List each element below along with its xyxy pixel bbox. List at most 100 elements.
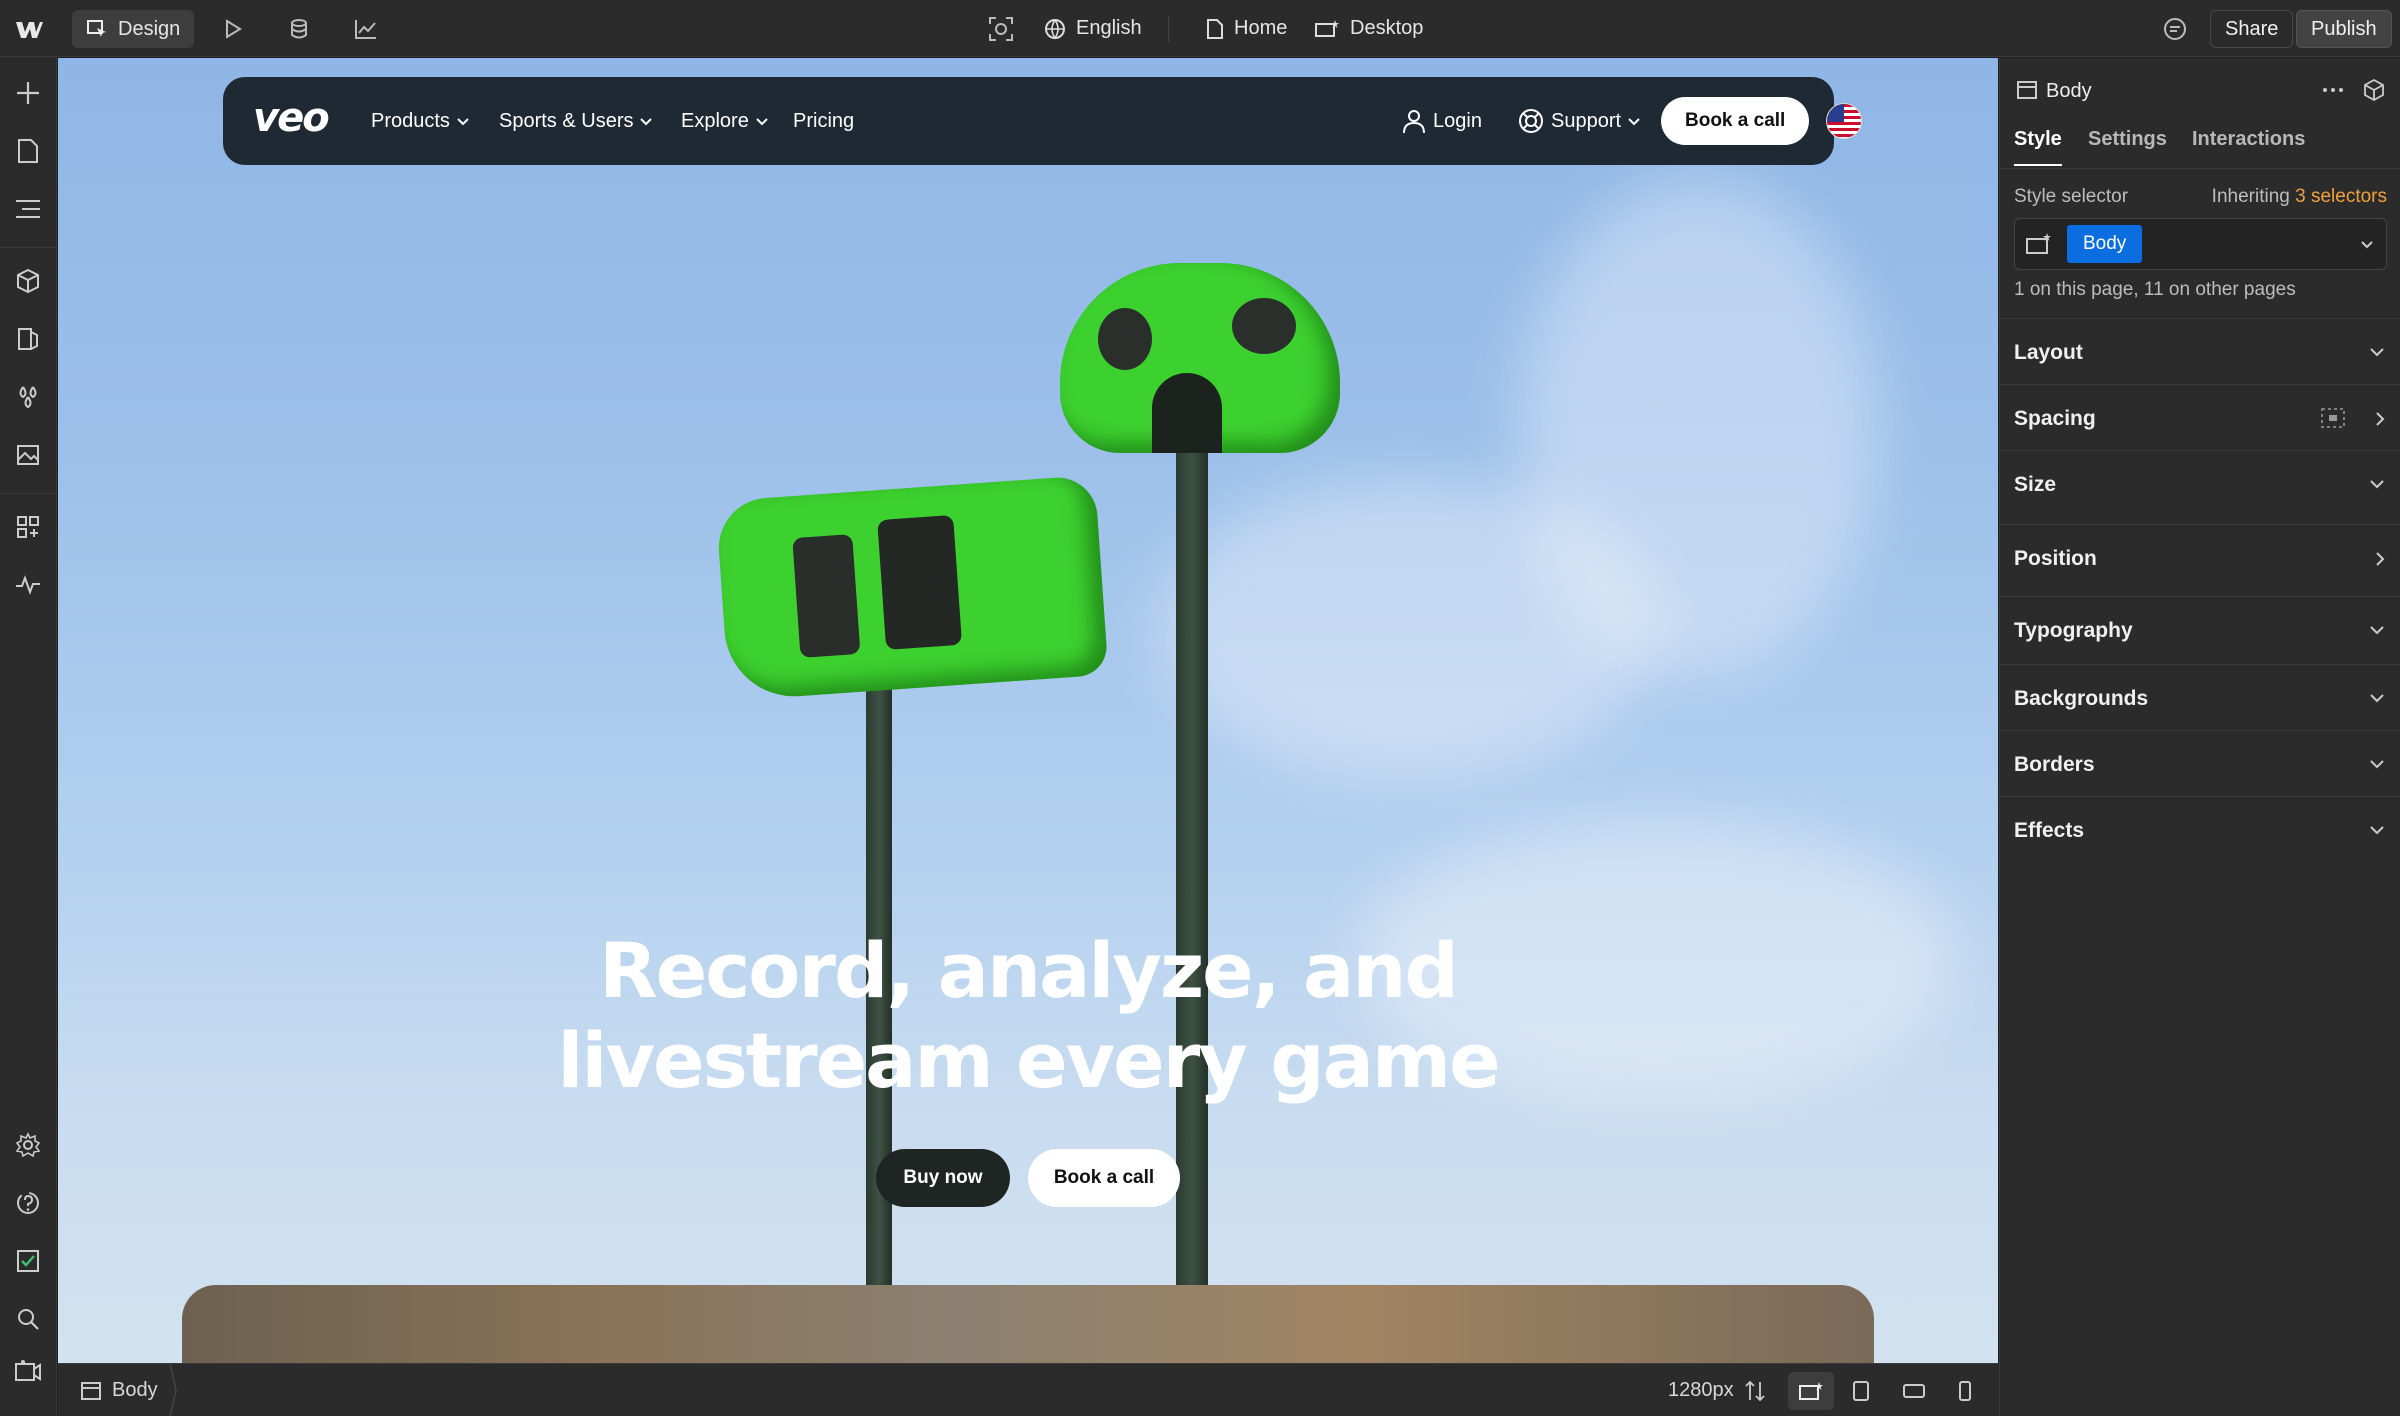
- chevron-down-icon: [2370, 348, 2384, 357]
- us-flag-icon[interactable]: [1826, 103, 1862, 139]
- mobile-landscape-icon: [1903, 1383, 1925, 1398]
- book-call-hero-button[interactable]: Book a call: [1028, 1149, 1180, 1207]
- veo-logo[interactable]: veo: [253, 95, 330, 141]
- settings-gear-icon[interactable]: [14, 1131, 42, 1159]
- section-title: Spacing: [2014, 407, 2096, 430]
- canvas-width-indicator[interactable]: 1280px: [1668, 1364, 1766, 1416]
- section-typography[interactable]: Typography: [2000, 596, 2400, 664]
- analytics-chart-icon[interactable]: [354, 0, 378, 57]
- tab-interactions[interactable]: Interactions: [2192, 128, 2305, 151]
- nav-support[interactable]: Support: [1517, 77, 1641, 165]
- activity-pulse-icon[interactable]: [14, 571, 42, 599]
- nav-label: Pricing: [793, 109, 855, 132]
- media-preview-card: [182, 1285, 1874, 1363]
- components-cube-icon[interactable]: [14, 267, 42, 295]
- nav-login[interactable]: Login: [1401, 77, 1482, 165]
- video-tutorials-icon[interactable]: [14, 1357, 42, 1385]
- component-cube-icon[interactable]: [2362, 78, 2386, 102]
- help-question-icon[interactable]: [14, 1189, 42, 1217]
- breadcrumb-label: Body: [112, 1379, 158, 1401]
- mobile-portrait-view-button[interactable]: [1958, 1364, 1972, 1416]
- chevron-down-icon[interactable]: [2360, 239, 2374, 249]
- mobile-landscape-view-button[interactable]: [1902, 1364, 1926, 1416]
- desktop-view-button[interactable]: [1788, 1372, 1834, 1410]
- variables-icon[interactable]: [14, 325, 42, 353]
- camera-lens: [1232, 298, 1296, 354]
- audit-check-icon[interactable]: [14, 1247, 42, 1275]
- left-toolbar: [0, 57, 57, 1416]
- section-backgrounds[interactable]: Backgrounds: [2000, 664, 2400, 730]
- canvas-width-label: 1280px: [1668, 1379, 1734, 1401]
- section-spacing[interactable]: Spacing: [2000, 384, 2400, 450]
- site-navbar: veo Products Sports & Users Explore Pric…: [223, 77, 1862, 165]
- chevron-down-icon: [2370, 480, 2384, 489]
- breakpoint-selector[interactable]: Desktop: [1314, 0, 1423, 57]
- section-layout[interactable]: Layout: [2000, 318, 2400, 384]
- tab-style[interactable]: Style: [2014, 128, 2062, 151]
- locale-label: English: [1076, 17, 1142, 39]
- webflow-logo-icon[interactable]: [14, 0, 44, 57]
- section-position[interactable]: Position: [2000, 524, 2400, 596]
- nav-pricing[interactable]: Pricing: [793, 77, 854, 165]
- section-title: Typography: [2014, 619, 2133, 642]
- breakpoint-star-icon: [2026, 233, 2051, 254]
- locale-selector[interactable]: English: [1044, 0, 1142, 57]
- more-options-icon[interactable]: [2322, 86, 2344, 94]
- page-label: Home: [1234, 17, 1288, 39]
- nav-explore[interactable]: Explore: [681, 77, 769, 165]
- nav-label: Login: [1433, 109, 1482, 132]
- nav-sports-users[interactable]: Sports & Users: [499, 77, 653, 165]
- inheriting-info[interactable]: Inheriting 3 selectors: [2200, 186, 2387, 208]
- publish-button[interactable]: Publish: [2296, 10, 2392, 48]
- section-title: Backgrounds: [2014, 687, 2149, 710]
- buy-now-button[interactable]: Buy now: [876, 1149, 1010, 1207]
- style-selector-label: Style selector: [2014, 186, 2129, 207]
- chevron-down-icon: [2370, 694, 2384, 703]
- nav-label: Support: [1551, 109, 1622, 132]
- comments-icon[interactable]: [2162, 0, 2188, 57]
- breadcrumb[interactable]: Body: [80, 1364, 178, 1416]
- section-title: Layout: [2014, 341, 2083, 364]
- status-bar: Body 1280px: [58, 1363, 1999, 1416]
- section-title: Size: [2014, 473, 2057, 496]
- design-mode-button[interactable]: Design: [72, 10, 195, 48]
- nav-products[interactable]: Products: [371, 77, 470, 165]
- share-button[interactable]: Share: [2210, 10, 2294, 48]
- styles-drops-icon[interactable]: [14, 383, 42, 411]
- assets-image-icon[interactable]: [14, 441, 42, 469]
- divider: [1168, 16, 1169, 42]
- user-icon: [1403, 110, 1425, 134]
- add-elements-icon[interactable]: [14, 79, 42, 107]
- section-borders[interactable]: Borders: [2000, 730, 2400, 796]
- inheriting-count[interactable]: 3 selectors: [2295, 186, 2387, 207]
- chevron-down-icon: [457, 118, 469, 126]
- book-call-nav-button[interactable]: Book a call: [1661, 97, 1810, 145]
- design-canvas[interactable]: veo Products Sports & Users Explore Pric…: [58, 58, 1998, 1363]
- preview-play-icon[interactable]: [222, 0, 244, 57]
- divider: [0, 247, 57, 248]
- section-size[interactable]: Size: [2000, 450, 2400, 524]
- camera-mount: [1152, 373, 1222, 453]
- cms-database-icon[interactable]: [288, 0, 310, 57]
- pages-icon[interactable]: [14, 137, 42, 165]
- focus-capture-icon[interactable]: [988, 0, 1014, 57]
- section-effects[interactable]: Effects: [2000, 796, 2400, 862]
- nav-label: Products: [371, 109, 450, 132]
- search-icon[interactable]: [14, 1305, 42, 1333]
- style-selector-field[interactable]: Body: [2014, 218, 2387, 270]
- hero-title-line-2: livestream every game: [557, 1016, 1500, 1105]
- nav-label: Sports & Users: [499, 109, 634, 132]
- element-box-icon: [2017, 81, 2037, 99]
- divider: [2000, 168, 2400, 169]
- tablet-view-button[interactable]: [1852, 1364, 1870, 1416]
- chevron-down-icon: [640, 118, 653, 126]
- active-tab-indicator: [2014, 164, 2062, 166]
- navigator-icon[interactable]: [14, 195, 42, 223]
- chevron-down-icon: [2370, 626, 2384, 635]
- page-selector[interactable]: Home: [1206, 0, 1287, 57]
- tab-settings[interactable]: Settings: [2088, 128, 2167, 151]
- camera-lens: [792, 534, 861, 658]
- apps-grid-icon[interactable]: [14, 513, 42, 541]
- chevron-right-icon: [2376, 412, 2385, 426]
- selector-chip-body[interactable]: Body: [2067, 225, 2143, 263]
